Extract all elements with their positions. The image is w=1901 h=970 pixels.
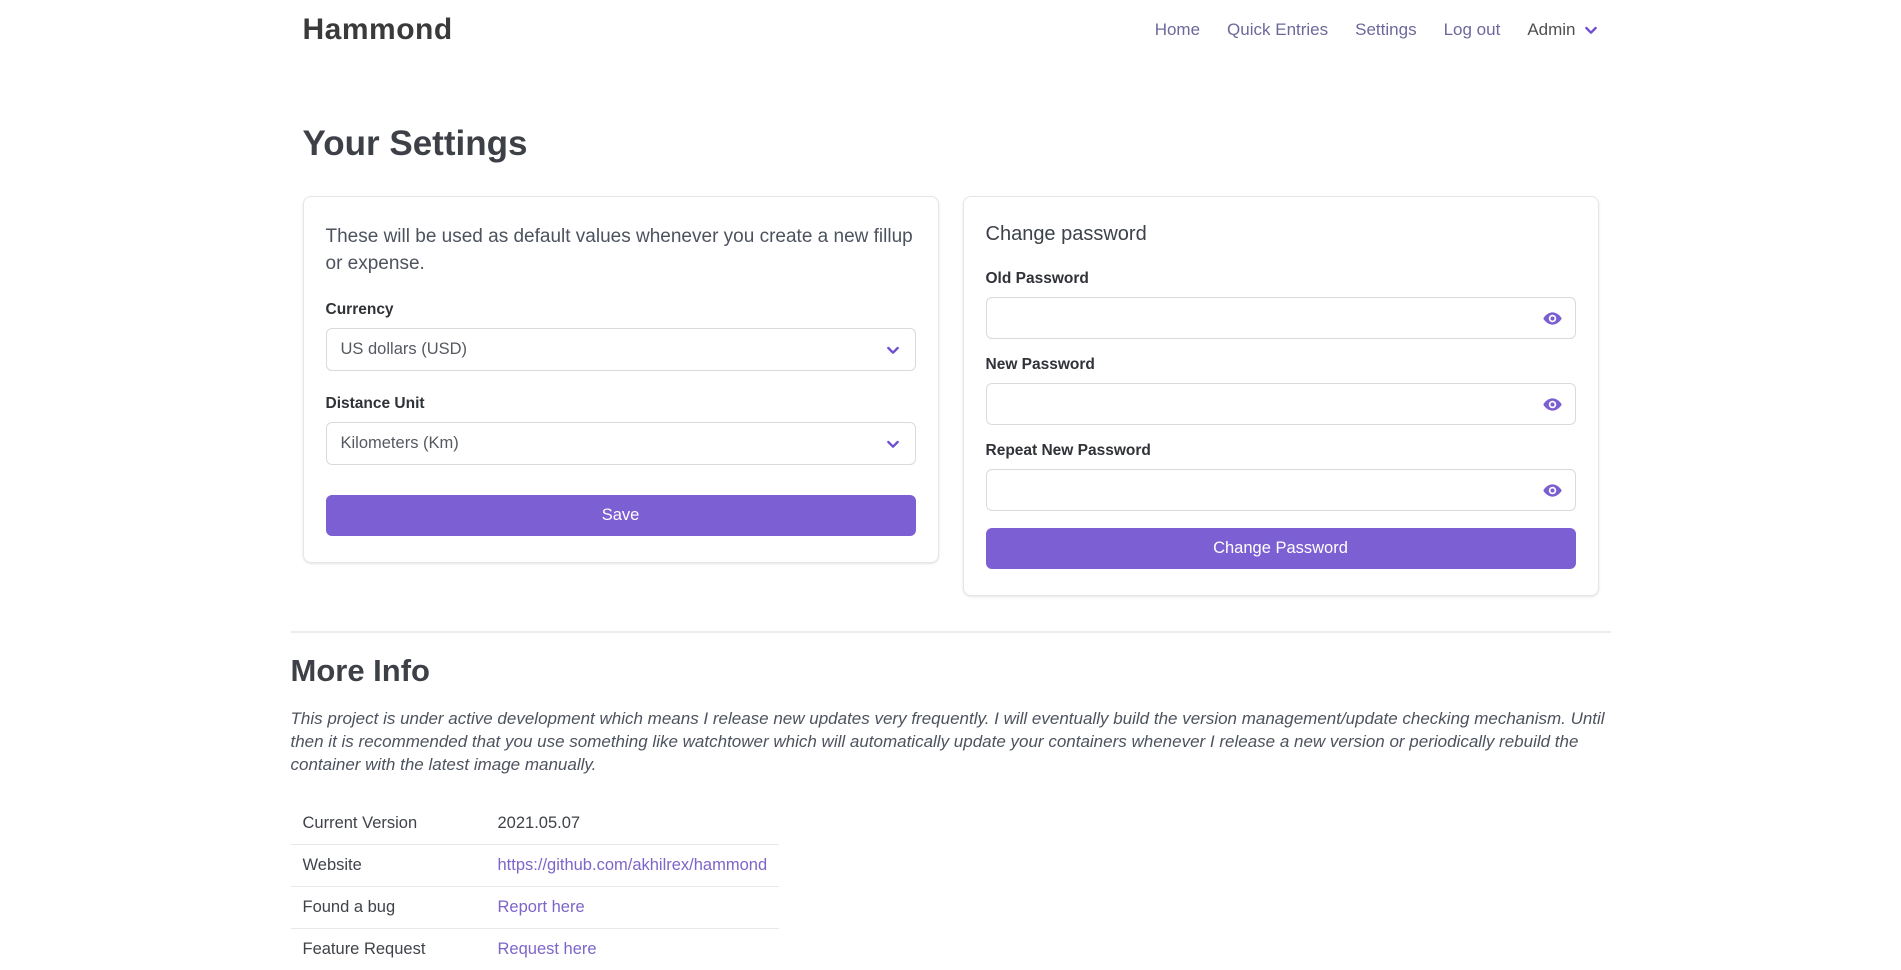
info-label: Feature Request xyxy=(291,929,486,970)
new-password-input[interactable] xyxy=(986,383,1576,425)
password-card: Change password Old Password xyxy=(963,196,1599,596)
user-menu-label: Admin xyxy=(1527,20,1575,40)
info-table: Current Version 2021.05.07 Website https… xyxy=(291,803,780,970)
chevron-down-icon xyxy=(885,342,901,358)
eye-icon xyxy=(1542,480,1563,501)
repeat-new-password-label: Repeat New Password xyxy=(986,442,1576,460)
user-menu-dropdown[interactable]: Admin xyxy=(1527,20,1598,40)
nav-item-settings[interactable]: Settings xyxy=(1355,20,1416,40)
defaults-card: These will be used as default values whe… xyxy=(303,196,939,563)
nav-links: Home Quick Entries Settings Log out Admi… xyxy=(1155,20,1599,40)
distance-unit-label: Distance Unit xyxy=(326,395,916,413)
feature-request-link[interactable]: Request here xyxy=(498,940,597,958)
defaults-description: These will be used as default values whe… xyxy=(326,223,916,277)
password-card-title: Change password xyxy=(986,223,1576,246)
page-title: Your Settings xyxy=(303,124,1599,164)
old-password-input[interactable] xyxy=(986,297,1576,339)
top-navbar: Hammond Home Quick Entries Settings Log … xyxy=(0,0,1901,60)
info-label: Website xyxy=(291,845,486,887)
table-row: Current Version 2021.05.07 xyxy=(291,803,780,845)
table-row: Feature Request Request here xyxy=(291,929,780,970)
change-password-button[interactable]: Change Password xyxy=(986,528,1576,569)
brand-logo[interactable]: Hammond xyxy=(303,13,453,47)
old-password-label: Old Password xyxy=(986,270,1576,288)
info-label: Found a bug xyxy=(291,887,486,929)
table-row: Found a bug Report here xyxy=(291,887,780,929)
nav-item-log-out[interactable]: Log out xyxy=(1444,20,1501,40)
eye-icon xyxy=(1542,394,1563,415)
section-divider xyxy=(291,631,1611,633)
report-bug-link[interactable]: Report here xyxy=(498,898,585,916)
chevron-down-icon xyxy=(1583,22,1599,38)
nav-item-home[interactable]: Home xyxy=(1155,20,1200,40)
info-value: 2021.05.07 xyxy=(486,803,780,845)
chevron-down-icon xyxy=(885,436,901,452)
new-password-label: New Password xyxy=(986,356,1576,374)
currency-label: Currency xyxy=(326,301,916,319)
distance-unit-select[interactable]: Kilometers (Km) xyxy=(326,422,916,465)
toggle-repeat-password-visibility-button[interactable] xyxy=(1540,477,1566,503)
table-row: Website https://github.com/akhilrex/hamm… xyxy=(291,845,780,887)
toggle-old-password-visibility-button[interactable] xyxy=(1540,305,1566,331)
more-info-title: More Info xyxy=(291,653,1611,689)
repeat-new-password-input[interactable] xyxy=(986,469,1576,511)
distance-unit-selected-value: Kilometers (Km) xyxy=(341,434,459,453)
save-button[interactable]: Save xyxy=(326,495,916,536)
website-link[interactable]: https://github.com/akhilrex/hammond xyxy=(498,856,768,874)
nav-item-quick-entries[interactable]: Quick Entries xyxy=(1227,20,1328,40)
toggle-new-password-visibility-button[interactable] xyxy=(1540,391,1566,417)
eye-icon xyxy=(1542,308,1563,329)
development-note: This project is under active development… xyxy=(291,707,1611,776)
currency-select[interactable]: US dollars (USD) xyxy=(326,328,916,371)
currency-selected-value: US dollars (USD) xyxy=(341,340,468,359)
info-label: Current Version xyxy=(291,803,486,845)
more-info-section: More Info This project is under active d… xyxy=(291,653,1611,970)
